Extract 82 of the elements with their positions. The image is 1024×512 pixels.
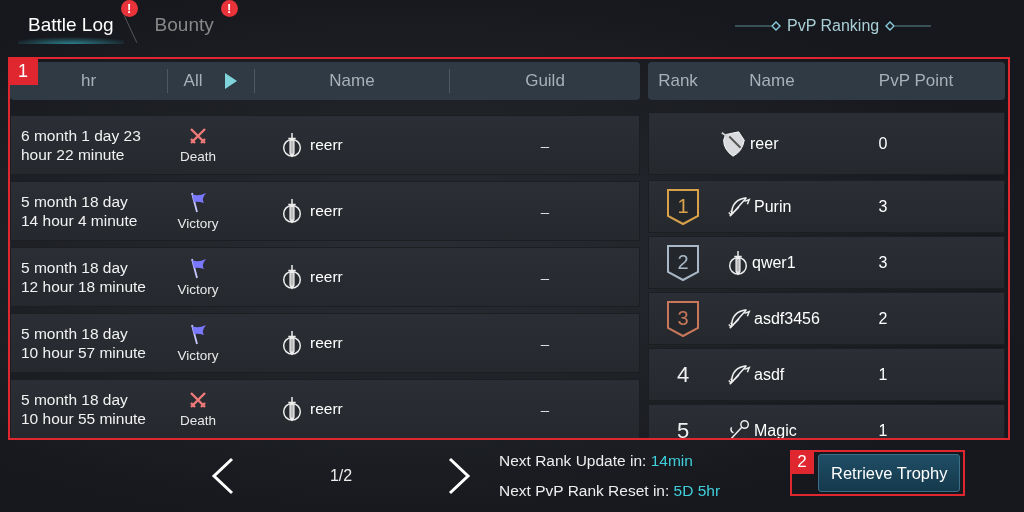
result-label: Victory [177, 348, 219, 363]
result-label: Victory [177, 282, 219, 297]
crossed-swords-icon [188, 390, 208, 410]
next-button[interactable] [446, 457, 472, 495]
battle-time: 5 month 18 day 12 hour 18 minute [20, 258, 147, 296]
column-header: Name [255, 69, 450, 93]
annotation-label: 1 [8, 57, 38, 85]
column-header: PvP Point [877, 71, 955, 91]
result-label: Death [180, 413, 216, 428]
player-name: reerr [310, 334, 343, 352]
sword-emblem-icon [280, 395, 304, 423]
retrieve-trophy-button[interactable]: Retrieve Trophy [818, 454, 961, 492]
rank-badge: 2 [666, 243, 700, 282]
rank-number: 5 [676, 417, 690, 440]
player-name: reerr [310, 202, 343, 220]
pvp-points: 2 [877, 309, 889, 328]
log-row[interactable]: 5 month 18 day 10 hour 55 minute Death reerr – [10, 379, 640, 439]
battle-time: 6 month 1 day 23 hour 22 minute [20, 126, 142, 164]
play-icon [224, 72, 239, 90]
rank-reset-text: Next PvP Rank Reset in: 5D 5hr [499, 482, 722, 500]
column-header: Rank [657, 71, 699, 91]
filter-dropdown[interactable]: All [168, 69, 255, 93]
sword-emblem-icon [280, 197, 304, 225]
battle-time: 5 month 18 day 14 hour 4 minute [20, 192, 139, 230]
right-ornament-icon [885, 21, 932, 31]
flag-icon [188, 191, 208, 213]
ranking-row[interactable]: reer 0 [648, 112, 1005, 175]
player-name: reerr [310, 268, 343, 286]
result-label: Death [180, 149, 216, 164]
log-row[interactable]: 5 month 18 day 12 hour 18 minute Victory reerr – [10, 247, 640, 307]
section-title: PvP Ranking [787, 17, 880, 35]
shield-icon [718, 128, 748, 159]
guild-cell-text: – [539, 268, 551, 286]
player-name: qwer1 [752, 253, 796, 272]
ranking-row[interactable]: 5 Magic 1 [648, 404, 1005, 440]
flag-icon [188, 323, 208, 345]
battle-time: 5 month 18 day 10 hour 57 minute [20, 324, 147, 362]
previous-button[interactable] [210, 457, 236, 495]
sword-emblem-icon [280, 131, 304, 159]
pvp-points: 1 [877, 421, 889, 440]
ranking-row[interactable]: 1 Purin 3 [648, 180, 1005, 233]
pvp-points: 1 [877, 365, 889, 384]
player-name: Purin [754, 197, 792, 216]
rank-update-text: Next Rank Update in: 14min [499, 452, 694, 470]
crossed-swords-icon [188, 126, 208, 146]
player-name: asdf3456 [754, 309, 820, 328]
player-name: reerr [310, 136, 343, 154]
guild-cell-text: – [539, 136, 551, 154]
rank-badge: 1 [666, 187, 700, 226]
column-header: Name [748, 71, 796, 91]
player-name: asdf [754, 365, 785, 384]
chevron-left-icon [210, 457, 236, 495]
column-header: Guild [524, 70, 566, 92]
pvp-points: 3 [877, 197, 889, 216]
flag-icon [188, 257, 208, 279]
player-name: Magic [754, 421, 797, 440]
sword-emblem-icon [280, 263, 304, 291]
ranking-row[interactable]: 3 asdf3456 2 [648, 292, 1005, 345]
battle-time: 5 month 18 day 10 hour 55 minute [20, 390, 147, 428]
player-name: reerr [310, 400, 343, 418]
page-indicator: 1/2 [328, 467, 354, 485]
log-row[interactable]: 5 month 18 day 14 hour 4 minute Victory reerr – [10, 181, 640, 241]
log-row[interactable]: 6 month 1 day 23 hour 22 minute Death reerr – [10, 115, 640, 175]
result-label: Victory [177, 216, 219, 231]
sword-emblem-icon [280, 329, 304, 357]
ranking-row[interactable]: 4 asdf 1 [648, 348, 1005, 401]
chevron-right-icon [446, 457, 472, 495]
rank-number: 4 [676, 361, 690, 388]
alert-badge: ! [120, 0, 138, 17]
player-name: reer [750, 134, 779, 153]
ranking-row[interactable]: 2 qwer1 3 [648, 236, 1005, 289]
rank-badge: 3 [666, 299, 700, 338]
annotation-label: 2 [790, 450, 814, 474]
pvp-points: 3 [877, 253, 889, 272]
left-ornament-icon [735, 21, 781, 31]
guild-cell-text: – [539, 202, 551, 220]
guild-cell-text: – [539, 334, 551, 352]
pvp-points: 0 [877, 134, 889, 153]
guild-cell-text: – [539, 400, 551, 418]
alert-badge: ! [220, 0, 238, 17]
sword-emblem-icon [726, 248, 750, 277]
log-row[interactable]: 5 month 18 day 10 hour 57 minute Victory reerr – [10, 313, 640, 373]
